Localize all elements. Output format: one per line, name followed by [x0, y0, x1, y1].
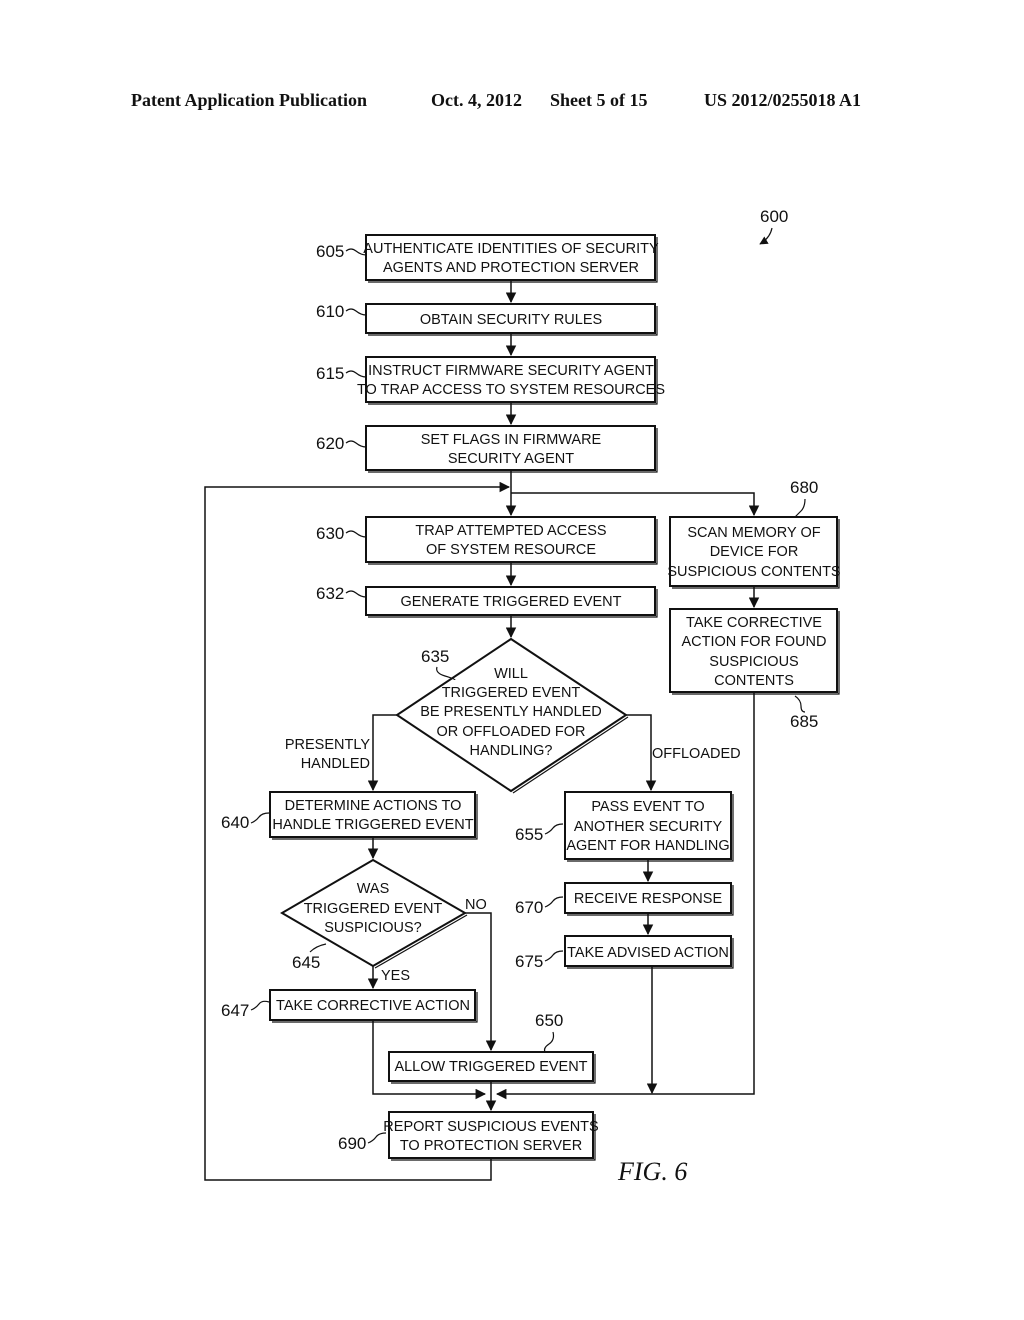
edge-to-680 — [511, 492, 760, 517]
svg-text:TO TRAP ACCESS TO SYSTEM RESOU: TO TRAP ACCESS TO SYSTEM RESOURCES — [357, 382, 665, 398]
svg-text:TRIGGERED EVENT: TRIGGERED EVENT — [304, 901, 443, 917]
svg-text:DEVICE FOR: DEVICE FOR — [710, 544, 799, 560]
step-690: REPORT SUSPICIOUS EVENTS TO PROTECTION S… — [338, 1111, 599, 1161]
ref-650: 650 — [535, 1011, 563, 1030]
svg-text:TAKE CORRECTIVE: TAKE CORRECTIVE — [686, 615, 822, 631]
ref-632: 632 — [316, 584, 344, 603]
svg-text:ACTION FOR FOUND: ACTION FOR FOUND — [682, 634, 827, 650]
svg-text:DETERMINE ACTIONS TO: DETERMINE ACTIONS TO — [285, 798, 462, 814]
step-655: PASS EVENT TO ANOTHER SECURITY AGENT FOR… — [515, 791, 734, 862]
label-yes: YES — [381, 968, 410, 984]
svg-text:AGENT FOR HANDLING: AGENT FOR HANDLING — [566, 838, 729, 854]
svg-text:SCAN MEMORY OF: SCAN MEMORY OF — [687, 525, 820, 541]
svg-text:INSTRUCT FIRMWARE SECURITY AGE: INSTRUCT FIRMWARE SECURITY AGENT — [368, 363, 654, 379]
ref-670: 670 — [515, 898, 543, 917]
ref-675: 675 — [515, 952, 543, 971]
ref-635: 635 — [421, 647, 449, 666]
label-no: NO — [465, 897, 487, 913]
svg-text:OBTAIN SECURITY RULES: OBTAIN SECURITY RULES — [420, 312, 602, 328]
svg-text:TAKE CORRECTIVE ACTION: TAKE CORRECTIVE ACTION — [276, 998, 470, 1014]
svg-text:OF SYSTEM RESOURCE: OF SYSTEM RESOURCE — [426, 542, 596, 558]
svg-text:SUSPICIOUS?: SUSPICIOUS? — [324, 920, 422, 936]
ref-645: 645 — [292, 953, 320, 972]
svg-text:SUSPICIOUS CONTENTS: SUSPICIOUS CONTENTS — [667, 564, 840, 580]
svg-text:SET FLAGS IN FIRMWARE: SET FLAGS IN FIRMWARE — [421, 432, 602, 448]
ref-640: 640 — [221, 813, 249, 832]
svg-text:ALLOW TRIGGERED EVENT: ALLOW TRIGGERED EVENT — [394, 1059, 587, 1075]
step-632: GENERATE TRIGGERED EVENT 632 — [316, 584, 658, 618]
svg-text:AGENTS AND PROTECTION SERVER: AGENTS AND PROTECTION SERVER — [383, 260, 639, 276]
edge-645-650 — [465, 912, 497, 1052]
step-620: SET FLAGS IN FIRMWARE SECURITY AGENT 620 — [316, 425, 658, 473]
svg-text:TRIGGERED EVENT: TRIGGERED EVENT — [442, 685, 581, 701]
svg-text:TAKE ADVISED ACTION: TAKE ADVISED ACTION — [567, 945, 729, 961]
svg-text:HANDLE TRIGGERED EVENT: HANDLE TRIGGERED EVENT — [272, 817, 473, 833]
svg-text:TRAP ATTEMPTED ACCESS: TRAP ATTEMPTED ACCESS — [415, 523, 606, 539]
svg-text:WAS: WAS — [357, 881, 390, 897]
ref-605: 605 — [316, 242, 344, 261]
step-675: TAKE ADVISED ACTION 675 — [515, 935, 734, 971]
svg-text:PASS EVENT TO: PASS EVENT TO — [591, 799, 704, 815]
figure-ref-arrow — [759, 227, 773, 245]
step-605: AUTHENTICATE IDENTITIES OF SECURITY AGEN… — [316, 234, 659, 283]
svg-text:AUTHENTICATE IDENTITIES OF SEC: AUTHENTICATE IDENTITIES OF SECURITY — [363, 241, 659, 257]
ref-647: 647 — [221, 1001, 249, 1020]
ref-620: 620 — [316, 434, 344, 453]
edge-635-655 — [626, 714, 657, 792]
figure-ref: 600 — [760, 207, 788, 226]
label-offloaded: OFFLOADED — [652, 746, 741, 762]
step-610: OBTAIN SECURITY RULES 610 — [316, 302, 658, 336]
step-630: TRAP ATTEMPTED ACCESS OF SYSTEM RESOURCE… — [316, 516, 658, 565]
edge-635-640 — [367, 714, 397, 792]
step-647: TAKE CORRECTIVE ACTION 647 — [221, 989, 478, 1023]
ref-655: 655 — [515, 825, 543, 844]
ref-630: 630 — [316, 524, 344, 543]
figure-label: FIG. 6 — [617, 1157, 687, 1186]
svg-text:CONTENTS: CONTENTS — [714, 673, 794, 689]
ref-690: 690 — [338, 1134, 366, 1153]
svg-text:HANDLING?: HANDLING? — [470, 743, 553, 759]
step-635-decision: WILL TRIGGERED EVENT BE PRESENTLY HANDLE… — [395, 637, 629, 794]
ref-685: 685 — [790, 712, 818, 731]
svg-text:TO PROTECTION SERVER: TO PROTECTION SERVER — [400, 1138, 582, 1154]
step-645-decision: WAS TRIGGERED EVENT SUSPICIOUS? 645 — [280, 858, 468, 972]
svg-text:ANOTHER SECURITY: ANOTHER SECURITY — [574, 819, 723, 835]
svg-text:WILL: WILL — [494, 666, 528, 682]
svg-text:BE PRESENTLY HANDLED: BE PRESENTLY HANDLED — [420, 704, 602, 720]
ref-610: 610 — [316, 302, 344, 321]
svg-text:SUSPICIOUS: SUSPICIOUS — [709, 654, 798, 670]
svg-text:SECURITY AGENT: SECURITY AGENT — [448, 451, 574, 467]
step-615: INSTRUCT FIRMWARE SECURITY AGENT TO TRAP… — [316, 356, 665, 405]
svg-text:OR OFFLOADED FOR: OR OFFLOADED FOR — [436, 724, 585, 740]
label-presently-handled-2: HANDLED — [301, 756, 370, 772]
svg-text:REPORT SUSPICIOUS EVENTS: REPORT SUSPICIOUS EVENTS — [383, 1119, 598, 1135]
svg-text:GENERATE TRIGGERED EVENT: GENERATE TRIGGERED EVENT — [400, 594, 621, 610]
ref-680: 680 — [790, 478, 818, 497]
flowchart: 600 AUTHENTICATE IDENTITIES OF SECURITY … — [204, 207, 841, 1186]
ref-615: 615 — [316, 364, 344, 383]
svg-text:RECEIVE RESPONSE: RECEIVE RESPONSE — [574, 891, 723, 907]
step-640: DETERMINE ACTIONS TO HANDLE TRIGGERED EV… — [221, 791, 478, 840]
label-presently-handled-1: PRESENTLY — [285, 737, 370, 753]
step-670: RECEIVE RESPONSE 670 — [515, 882, 734, 917]
